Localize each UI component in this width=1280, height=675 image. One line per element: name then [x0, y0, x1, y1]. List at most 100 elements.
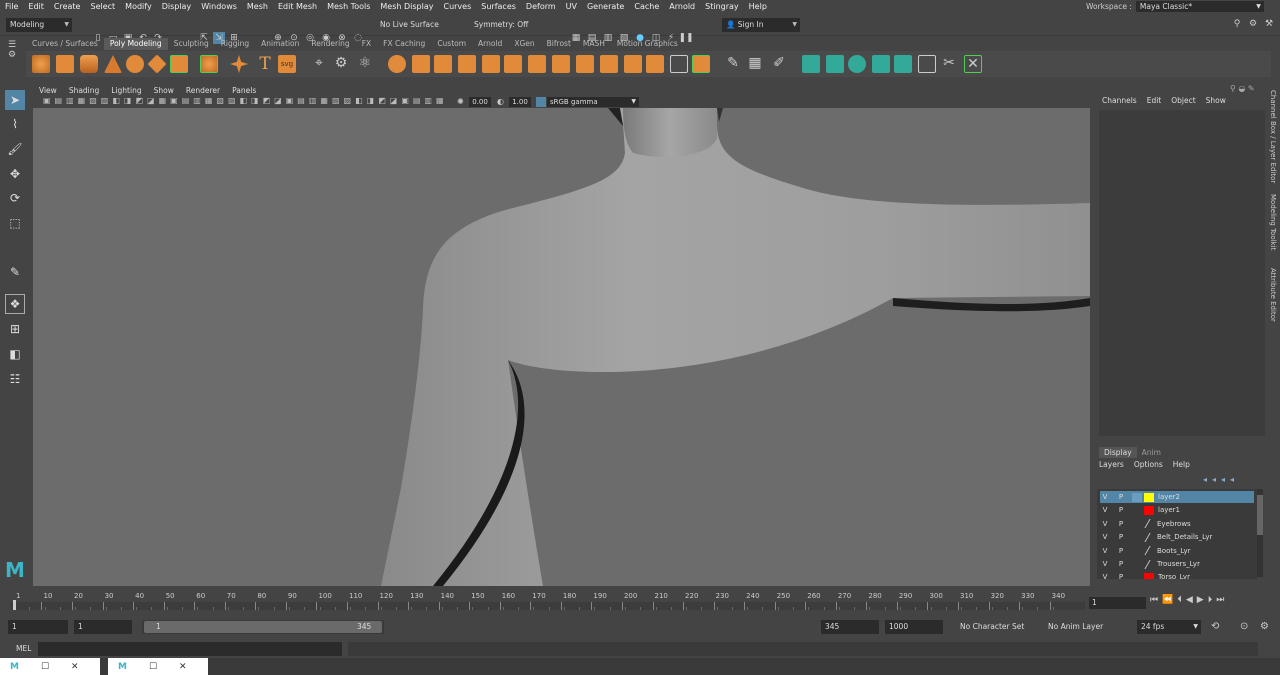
layer-display-type[interactable] — [1132, 505, 1142, 515]
step-forward-icon[interactable]: ⏵ — [1208, 595, 1217, 605]
separate-icon[interactable] — [412, 55, 430, 73]
layer-row[interactable]: V Player2 — [1100, 491, 1254, 503]
cut-uv-icon[interactable]: ✂ — [940, 55, 958, 73]
preferences-icon[interactable]: ⚙ — [1260, 621, 1269, 632]
quad-draw-icon[interactable]: ✐ — [770, 55, 788, 73]
play-forward-icon[interactable]: ▶ — [1197, 595, 1208, 605]
layer-display-type[interactable] — [1132, 519, 1142, 529]
sign-in-button[interactable]: 👤 Sign In ▼ — [722, 18, 800, 32]
shelf-tab-curves-surfaces[interactable]: Curves / Surfaces — [26, 38, 104, 50]
restore-icon[interactable]: ☐ — [149, 662, 157, 672]
channel-menu-show[interactable]: Show — [1201, 96, 1231, 105]
panel-menu-view[interactable]: View — [33, 86, 63, 95]
playback-end-field[interactable]: 345 — [821, 620, 879, 634]
fill-hole-icon[interactable] — [552, 55, 570, 73]
poly-plane-icon[interactable] — [147, 54, 167, 74]
tab-anim[interactable]: Anim — [1137, 447, 1166, 458]
menu-surfaces[interactable]: Surfaces — [476, 2, 521, 11]
auto-map-icon[interactable] — [894, 55, 912, 73]
color-space-dropdown[interactable]: sRGB gamma ▼ — [547, 97, 639, 107]
layer-playback-toggle[interactable]: P — [1116, 532, 1126, 542]
close-icon[interactable]: ✕ — [179, 662, 187, 672]
layer-playback-toggle[interactable]: P — [1116, 505, 1126, 515]
poly-sphere-icon[interactable] — [32, 55, 50, 73]
layer-playback-toggle[interactable]: P — [1116, 546, 1126, 556]
shelf-tab-fx-caching[interactable]: FX Caching — [377, 38, 431, 50]
layer-playback-toggle[interactable]: P — [1116, 559, 1126, 569]
layer-row[interactable]: V Player1 — [1100, 504, 1254, 516]
go-to-end-icon[interactable]: ⏭ — [1216, 595, 1228, 605]
command-input[interactable] — [38, 642, 342, 656]
play-back-icon[interactable]: ◀ — [1186, 595, 1197, 605]
outliner-layout-icon[interactable]: ☷ — [5, 369, 25, 389]
color-management-icon[interactable] — [536, 97, 546, 107]
four-view-icon[interactable]: ⊞ — [5, 319, 25, 339]
poly-count-icon[interactable]: ⚛ — [356, 55, 374, 73]
layer-visibility-toggle[interactable]: V — [1100, 546, 1110, 556]
poly-torus-icon[interactable] — [126, 55, 144, 73]
channel-menu-channels[interactable]: Channels — [1097, 96, 1142, 105]
panel-menu-show[interactable]: Show — [148, 86, 180, 95]
menu-edit[interactable]: Edit — [23, 2, 49, 11]
layer-display-type[interactable] — [1132, 572, 1142, 579]
menu-file[interactable]: File — [0, 2, 23, 11]
playback-controls[interactable]: ⏮⏪⏴◀▶⏵⏭ — [1150, 595, 1275, 609]
layer-color-swatch[interactable] — [1144, 505, 1154, 515]
panel-menu-lighting[interactable]: Lighting — [105, 86, 147, 95]
animation-start-field[interactable]: 1 — [8, 620, 68, 634]
options-menu[interactable]: Options — [1134, 460, 1163, 469]
panel-menu-panels[interactable]: Panels — [226, 86, 262, 95]
move-tool-icon[interactable]: ✥ — [5, 164, 25, 184]
sculpt-icon[interactable]: ⌖ — [310, 55, 328, 73]
layer-visibility-toggle[interactable]: V — [1100, 492, 1110, 502]
select-tool-icon[interactable]: ➤ — [5, 90, 25, 110]
shelf-tab-rendering[interactable]: Rendering — [305, 38, 355, 50]
channel-box-area[interactable] — [1099, 110, 1265, 436]
checker-map-icon[interactable] — [918, 55, 936, 73]
help-menu[interactable]: Help — [1173, 460, 1190, 469]
platonic-solid-icon[interactable] — [200, 55, 218, 73]
single-view-icon[interactable]: ❖ — [5, 294, 25, 314]
sew-uv-icon[interactable]: ✕ — [964, 55, 982, 73]
minimized-window-2[interactable]: M ☐ ✕ — [108, 658, 208, 675]
restore-icon[interactable]: ☐ — [41, 662, 49, 672]
anim-layer-dropdown[interactable]: No Anim Layer — [1044, 620, 1126, 634]
panel-menu-shading[interactable]: Shading — [63, 86, 105, 95]
layers-menu[interactable]: Layers — [1099, 460, 1124, 469]
exposure-field[interactable]: 0.00 — [469, 97, 491, 107]
shelf-tab-sculpting[interactable]: Sculpting — [168, 38, 215, 50]
shelf-tab-rigging[interactable]: Rigging — [215, 38, 255, 50]
two-view-icon[interactable]: ◧ — [5, 344, 25, 364]
combine-icon[interactable] — [388, 55, 406, 73]
mirror-icon[interactable] — [528, 55, 546, 73]
menu-mesh-display[interactable]: Mesh Display — [375, 2, 438, 11]
poke-icon[interactable] — [692, 55, 710, 73]
menu-stingray[interactable]: Stingray — [700, 2, 744, 11]
svg-tool-icon[interactable]: svg — [278, 55, 296, 73]
layer-display-type[interactable] — [1132, 492, 1142, 502]
booleans-icon[interactable] — [458, 55, 476, 73]
step-back-icon[interactable]: ⏪ — [1162, 595, 1177, 605]
menu-cache[interactable]: Cache — [629, 2, 664, 11]
layer-visibility-toggle[interactable]: V — [1100, 572, 1110, 579]
minimized-window-1[interactable]: M ☐ ✕ — [0, 658, 100, 675]
merge-icon[interactable] — [670, 55, 688, 73]
poly-cube-icon[interactable] — [56, 55, 74, 73]
layer-color-swatch[interactable] — [1144, 572, 1154, 579]
time-slider[interactable]: 1 10 20 30 40 50 60 70 80 90 100 110 120 130 140 150 160… — [10, 590, 1085, 612]
layer-row[interactable]: V P Boots_Lyr — [1100, 545, 1254, 557]
extract-icon[interactable] — [434, 55, 452, 73]
current-frame-field[interactable]: 1 — [1089, 597, 1146, 609]
paint-select-icon[interactable]: 🖌 — [5, 139, 25, 159]
menu-generate[interactable]: Generate — [582, 2, 629, 11]
current-frame-marker[interactable] — [13, 600, 16, 610]
layer-visibility-toggle[interactable]: V — [1100, 559, 1110, 569]
menu-windows[interactable]: Windows — [196, 2, 242, 11]
shelf-tab-animation[interactable]: Animation — [255, 38, 305, 50]
perspective-viewport[interactable] — [33, 108, 1090, 586]
spherical-map-icon[interactable] — [848, 55, 866, 73]
menu-display[interactable]: Display — [157, 2, 197, 11]
layer-color-swatch[interactable] — [1144, 492, 1154, 502]
menu-help[interactable]: Help — [744, 2, 772, 11]
layer-playback-toggle[interactable]: P — [1116, 492, 1126, 502]
